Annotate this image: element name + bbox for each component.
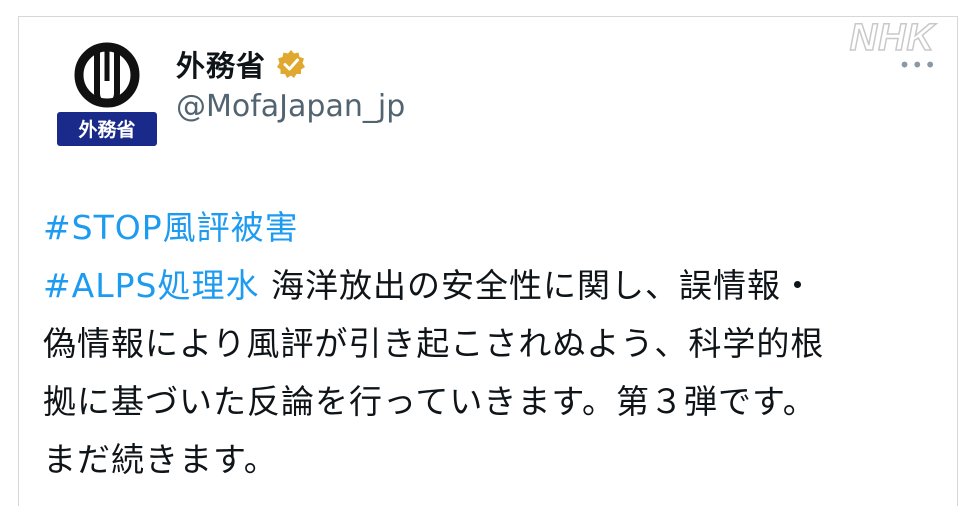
nhk-watermark: NHK bbox=[849, 17, 935, 59]
verified-badge-icon bbox=[277, 50, 306, 78]
tweet-line-4: 拠に基づいた反論を行っていきます。第３弾です。 bbox=[43, 382, 817, 421]
tweet-line-2-text: 海洋放出の安全性に関し、誤情報・ bbox=[259, 266, 815, 305]
logo-label: 外務省 bbox=[78, 118, 135, 141]
account-handle[interactable]: @MofaJapan_jp bbox=[176, 89, 405, 124]
account-avatar[interactable]: 外務省 bbox=[57, 41, 157, 146]
tweet-line-5: まだ続きます。 bbox=[43, 440, 278, 479]
hashtag-stop-fuhyo[interactable]: #STOP風評被害 bbox=[43, 208, 299, 247]
more-icon[interactable]: ••• bbox=[899, 55, 937, 75]
mofa-emblem-icon: 外務省 bbox=[57, 41, 157, 146]
tweet-line-3: 偽情報により風評が引き起こされぬよう、科学的根 bbox=[43, 324, 825, 363]
tweet-line-1: #STOP風評被害 bbox=[43, 199, 943, 257]
display-name[interactable]: 外務省 bbox=[176, 43, 266, 85]
hashtag-alps[interactable]: #ALPS処理水 bbox=[43, 266, 259, 305]
tweet-line-2: #ALPS処理水 海洋放出の安全性に関し、誤情報・ bbox=[43, 257, 943, 315]
tweet-card: 外務省 外務省 @MofaJapan_jp NHK ••• #STOP風評被害 … bbox=[18, 16, 958, 506]
display-name-row: 外務省 bbox=[176, 43, 306, 85]
tweet-text: #STOP風評被害 #ALPS処理水 海洋放出の安全性に関し、誤情報・ 偽情報に… bbox=[43, 199, 943, 489]
